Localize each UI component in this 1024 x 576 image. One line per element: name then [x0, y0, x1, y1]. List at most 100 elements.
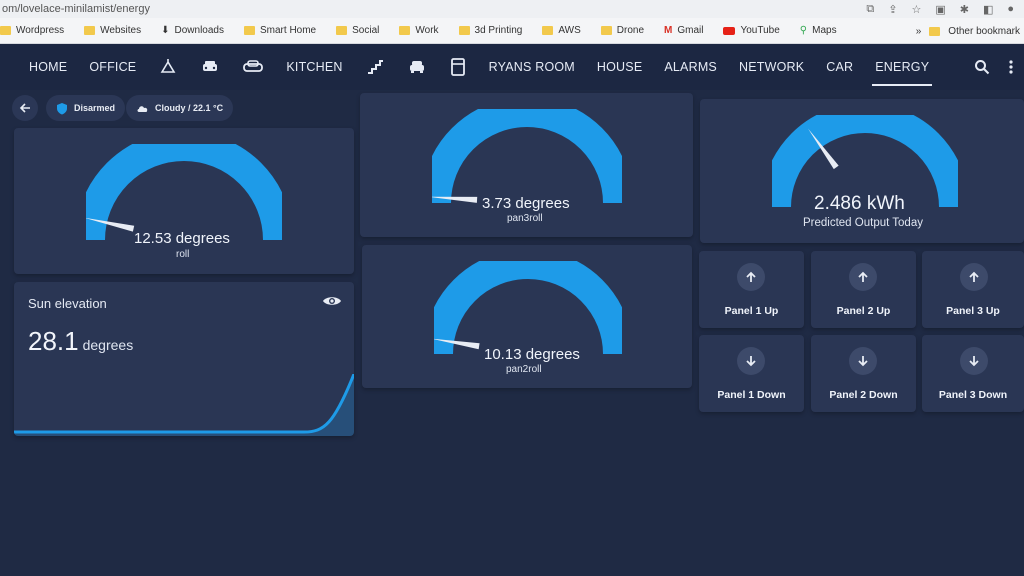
tab-office[interactable]: OFFICE: [78, 44, 147, 90]
download-icon: ⬇: [161, 25, 170, 36]
panel-2-up-label: Panel 2 Up: [836, 305, 891, 317]
bookmark-websites[interactable]: Websites: [84, 25, 141, 36]
weather-state: Cloudy / 22.1 °C: [155, 103, 224, 113]
app-header: HOME OFFICE KITCHEN RYANS ROOM HOUSE ALA…: [0, 44, 1024, 90]
panel-3-up-button[interactable]: Panel 3 Up: [922, 251, 1024, 328]
ceiling-light-icon: [160, 59, 176, 73]
profile-icon[interactable]: ●: [1007, 3, 1014, 16]
tab-house[interactable]: HOUSE: [586, 44, 653, 90]
pan2roll-gauge-arc: [434, 261, 622, 355]
folder-icon: [244, 26, 255, 35]
tab-energy[interactable]: ENERGY: [864, 44, 940, 90]
arrow-up-icon: [960, 263, 988, 291]
roll-value: 12.53 degrees: [134, 230, 230, 247]
cloud-icon: [137, 106, 148, 112]
bookmark-social[interactable]: Social: [336, 25, 379, 36]
tab-home[interactable]: HOME: [18, 44, 78, 90]
youtube-icon: [723, 26, 736, 35]
pan2roll-label: pan2roll: [506, 364, 542, 375]
sun-elevation-unit: degrees: [82, 337, 134, 353]
pan3roll-gauge-arc: [432, 109, 622, 204]
tab-stairs[interactable]: [354, 44, 396, 90]
bookmark-aws[interactable]: AWS: [542, 25, 581, 36]
panel-1-down-button[interactable]: Panel 1 Down: [699, 335, 804, 412]
tab-car-front[interactable]: [189, 44, 231, 90]
panel-2-down-label: Panel 2 Down: [829, 389, 898, 401]
bookmark-youtube[interactable]: YouTube: [723, 25, 780, 36]
sun-value-number: 28.1: [28, 326, 79, 356]
gmail-icon: M: [664, 25, 673, 36]
sidebar-icon[interactable]: ◧: [983, 3, 993, 16]
arrow-down-icon: [737, 347, 765, 375]
more-vert-icon[interactable]: [1008, 59, 1014, 75]
panel-2-down-button[interactable]: Panel 2 Down: [811, 335, 916, 412]
other-bookmarks[interactable]: Other bookmark: [948, 26, 1020, 37]
share-icon[interactable]: ⇪: [888, 3, 897, 16]
tab-fridge[interactable]: [438, 44, 478, 90]
tab-sofa[interactable]: [231, 44, 275, 90]
bookmarks-bar: Wordpress Websites ⬇ Downloads Smart Home…: [0, 18, 1024, 44]
alarm-chip[interactable]: Disarmed: [46, 95, 126, 121]
back-button[interactable]: [12, 95, 38, 121]
weather-chip[interactable]: Cloudy / 22.1 °C: [126, 95, 234, 121]
panel-2-up-button[interactable]: Panel 2 Up: [811, 251, 916, 328]
car-icon: [409, 61, 424, 73]
fridge-icon: [450, 58, 465, 76]
tab-network[interactable]: NETWORK: [728, 44, 815, 90]
bookmark-maps[interactable]: ⚲ Maps: [800, 25, 837, 36]
pan3roll-gauge: [432, 109, 622, 204]
sun-elevation-value: 28.1 degrees: [28, 326, 133, 357]
panel-3-down-button[interactable]: Panel 3 Down: [922, 335, 1024, 412]
browser-address-bar: om/lovelace-minilamist/energy ⧉ ⇪ ☆ ▣ ✱ …: [0, 0, 1024, 18]
pan2roll-gauge-card[interactable]: 10.13 degrees pan2roll: [362, 245, 692, 388]
search-icon[interactable]: [974, 59, 990, 75]
panel-1-up-label: Panel 1 Up: [724, 305, 779, 317]
folder-icon: [0, 26, 11, 35]
open-tab-icon[interactable]: ⧉: [866, 3, 874, 16]
bookmark-wordpress[interactable]: Wordpress: [0, 25, 64, 36]
arrow-down-icon: [960, 347, 988, 375]
tab-alarms[interactable]: ALARMS: [653, 44, 728, 90]
pan3roll-label: pan3roll: [507, 213, 543, 224]
star-icon[interactable]: ☆: [911, 3, 921, 16]
extension-icon[interactable]: ▣: [935, 3, 945, 16]
stairs-icon: [367, 60, 383, 74]
nav-tabs: HOME OFFICE KITCHEN RYANS ROOM HOUSE ALA…: [0, 44, 940, 90]
output-value: 2.486 kWh: [814, 193, 905, 214]
folder-icon: [929, 26, 941, 36]
panel-1-down-label: Panel 1 Down: [717, 389, 786, 401]
panel-1-up-button[interactable]: Panel 1 Up: [699, 251, 804, 328]
pan3roll-gauge-card[interactable]: 3.73 degrees pan3roll: [360, 93, 693, 237]
sun-elevation-title: Sun elevation: [28, 296, 107, 311]
folder-icon: [600, 26, 612, 35]
bookmark-3d-printing[interactable]: 3d Printing: [458, 25, 522, 36]
arrow-down-icon: [849, 347, 877, 375]
arrow-left-icon: [19, 103, 30, 113]
more-bookmarks-icon[interactable]: »: [916, 26, 922, 37]
pan2roll-value: 10.13 degrees: [484, 346, 580, 363]
bookmark-downloads[interactable]: ⬇ Downloads: [161, 25, 224, 36]
puzzle-icon[interactable]: ✱: [960, 3, 969, 16]
bookmark-gmail[interactable]: M Gmail: [664, 25, 703, 36]
roll-label: roll: [176, 249, 190, 260]
folder-icon: [542, 26, 554, 35]
tab-ceiling-light[interactable]: [147, 44, 189, 90]
bookmark-smart-home[interactable]: Smart Home: [244, 25, 316, 36]
output-gauge-card[interactable]: 2.486 kWh Predicted Output Today: [700, 99, 1024, 243]
tab-car[interactable]: [396, 44, 438, 90]
arrow-up-icon: [737, 263, 765, 291]
tab-ryans-room[interactable]: RYANS ROOM: [478, 44, 586, 90]
bookmark-work[interactable]: Work: [399, 25, 439, 36]
sun-elevation-card[interactable]: Sun elevation 28.1 degrees: [14, 282, 354, 436]
panel-3-up-label: Panel 3 Up: [946, 305, 1000, 317]
panel-3-down-label: Panel 3 Down: [938, 389, 1008, 401]
tab-car-text[interactable]: CAR: [815, 44, 864, 90]
bookmark-drone[interactable]: Drone: [600, 25, 644, 36]
tab-kitchen[interactable]: KITCHEN: [275, 44, 353, 90]
folder-icon: [458, 26, 470, 35]
url-text[interactable]: om/lovelace-minilamist/energy: [2, 3, 866, 15]
roll-gauge: [86, 144, 282, 241]
roll-gauge-card[interactable]: 12.53 degrees roll: [14, 128, 354, 274]
maps-icon: ⚲: [799, 25, 808, 36]
sun-elevation-sparkline: [14, 374, 354, 436]
